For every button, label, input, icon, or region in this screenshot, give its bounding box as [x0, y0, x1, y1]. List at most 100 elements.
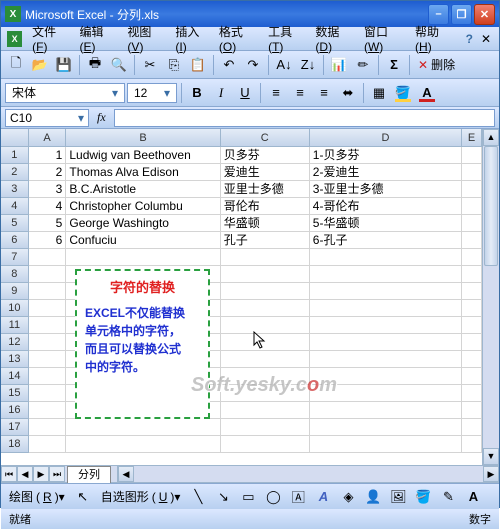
cell[interactable] [310, 351, 462, 368]
row-header[interactable]: 15 [1, 385, 29, 402]
row-header[interactable]: 16 [1, 402, 29, 419]
cell[interactable] [310, 436, 462, 453]
scroll-up-button[interactable]: ▲ [483, 129, 499, 146]
cell[interactable]: 6-孔子 [310, 232, 462, 249]
font-name-combo[interactable]: 宋体 ▾ [5, 83, 125, 103]
cell[interactable]: 3-亚里士多德 [310, 181, 462, 198]
merge-center-button[interactable]: ⬌ [337, 82, 359, 104]
open-button[interactable]: 📂 [29, 54, 51, 76]
clipart-button[interactable]: 👤 [362, 486, 384, 508]
cell[interactable] [221, 368, 310, 385]
cell[interactable] [221, 351, 310, 368]
bold-button[interactable]: B [186, 82, 208, 104]
textbox-button[interactable]: 🄰 [287, 486, 309, 508]
row-header[interactable]: 10 [1, 300, 29, 317]
cell[interactable] [29, 300, 67, 317]
cell[interactable] [462, 334, 482, 351]
chevron-down-icon[interactable]: ▾ [108, 86, 122, 100]
row-header[interactable]: 2 [1, 164, 29, 181]
cell[interactable] [29, 283, 67, 300]
cell[interactable] [221, 402, 310, 419]
align-left-button[interactable]: ≡ [265, 82, 287, 104]
fx-icon[interactable]: fx [93, 110, 110, 125]
cell[interactable]: 亚里士多德 [221, 181, 310, 198]
sort-asc-button[interactable]: A↓ [273, 54, 295, 76]
line-color-button[interactable]: ✎ [437, 486, 459, 508]
cell[interactable]: B.C.Aristotle [66, 181, 220, 198]
cell[interactable] [462, 368, 482, 385]
chevron-down-icon[interactable]: ▾ [160, 86, 174, 100]
chevron-down-icon[interactable]: ▾ [78, 111, 84, 125]
cell[interactable] [29, 351, 67, 368]
diagram-button[interactable]: ◈ [337, 486, 359, 508]
cell[interactable]: Thomas Alva Edison [66, 164, 220, 181]
scroll-left-button[interactable]: ◀ [118, 466, 134, 482]
font-color-button[interactable]: A [416, 82, 438, 104]
row-header[interactable]: 14 [1, 368, 29, 385]
cell[interactable] [221, 249, 310, 266]
cell[interactable] [462, 147, 482, 164]
menu-view[interactable]: 视图(V) [123, 21, 169, 56]
cell[interactable] [462, 232, 482, 249]
row-header[interactable]: 7 [1, 249, 29, 266]
cell[interactable] [29, 402, 67, 419]
cell[interactable] [221, 283, 310, 300]
row-header[interactable]: 1 [1, 147, 29, 164]
cell[interactable]: 5 [29, 215, 67, 232]
cell[interactable] [462, 181, 482, 198]
cell[interactable] [66, 249, 220, 266]
col-header-c[interactable]: C [221, 129, 310, 146]
cell[interactable] [221, 300, 310, 317]
cell[interactable]: Christopher Columbu [66, 198, 220, 215]
cut-button[interactable]: ✂ [139, 54, 161, 76]
sheet-tab[interactable]: 分列 [67, 466, 111, 483]
cell[interactable] [221, 317, 310, 334]
row-header[interactable]: 6 [1, 232, 29, 249]
cell[interactable] [462, 198, 482, 215]
rectangle-button[interactable]: ▭ [237, 486, 259, 508]
cell[interactable] [29, 368, 67, 385]
tab-nav-next[interactable]: ▶ [33, 466, 49, 482]
cell[interactable] [29, 334, 67, 351]
menu-tools[interactable]: 工具(T) [264, 21, 309, 56]
row-header[interactable]: 17 [1, 419, 29, 436]
sort-desc-button[interactable]: Z↓ [297, 54, 319, 76]
cell[interactable]: 1-贝多芬 [310, 147, 462, 164]
cell[interactable] [462, 249, 482, 266]
row-header[interactable]: 18 [1, 436, 29, 453]
row-header[interactable]: 12 [1, 334, 29, 351]
cell[interactable]: Confuciu [66, 232, 220, 249]
copy-button[interactable]: ⎘ [163, 54, 185, 76]
paste-button[interactable]: 📋 [187, 54, 209, 76]
menu-help[interactable]: 帮助(H) [411, 21, 458, 56]
scroll-right-button[interactable]: ▶ [483, 466, 499, 482]
fill-color-button[interactable]: 🪣 [412, 486, 434, 508]
menu-file[interactable]: 文件(F) [28, 21, 73, 56]
cell[interactable]: 5-华盛顿 [310, 215, 462, 232]
menu-insert[interactable]: 插入(I) [171, 21, 213, 56]
cell[interactable] [29, 249, 67, 266]
cell[interactable]: 4-哥伦布 [310, 198, 462, 215]
cell[interactable] [29, 385, 67, 402]
print-button[interactable]: 🖶 [84, 54, 106, 76]
menu-window[interactable]: 窗口(W) [360, 21, 409, 56]
cell[interactable] [29, 266, 67, 283]
row-header[interactable]: 3 [1, 181, 29, 198]
autosum-button[interactable]: Σ [383, 54, 405, 76]
cell[interactable]: 孔子 [221, 232, 310, 249]
cell[interactable]: 华盛顿 [221, 215, 310, 232]
cell[interactable] [310, 249, 462, 266]
horizontal-scrollbar[interactable]: ◀ ▶ [117, 466, 499, 482]
tab-nav-prev[interactable]: ◀ [17, 466, 33, 482]
cell[interactable] [221, 436, 310, 453]
cell[interactable] [462, 300, 482, 317]
menu-data[interactable]: 数据(D) [311, 21, 358, 56]
cell[interactable] [310, 283, 462, 300]
save-button[interactable]: 💾 [53, 54, 75, 76]
cell[interactable]: George Washingto [66, 215, 220, 232]
menu-edit[interactable]: 编辑(E) [75, 21, 121, 56]
name-box[interactable]: C10▾ [5, 109, 89, 127]
col-header-d[interactable]: D [310, 129, 462, 146]
menu-close-button[interactable]: ✕ [479, 32, 493, 46]
cell[interactable] [462, 419, 482, 436]
